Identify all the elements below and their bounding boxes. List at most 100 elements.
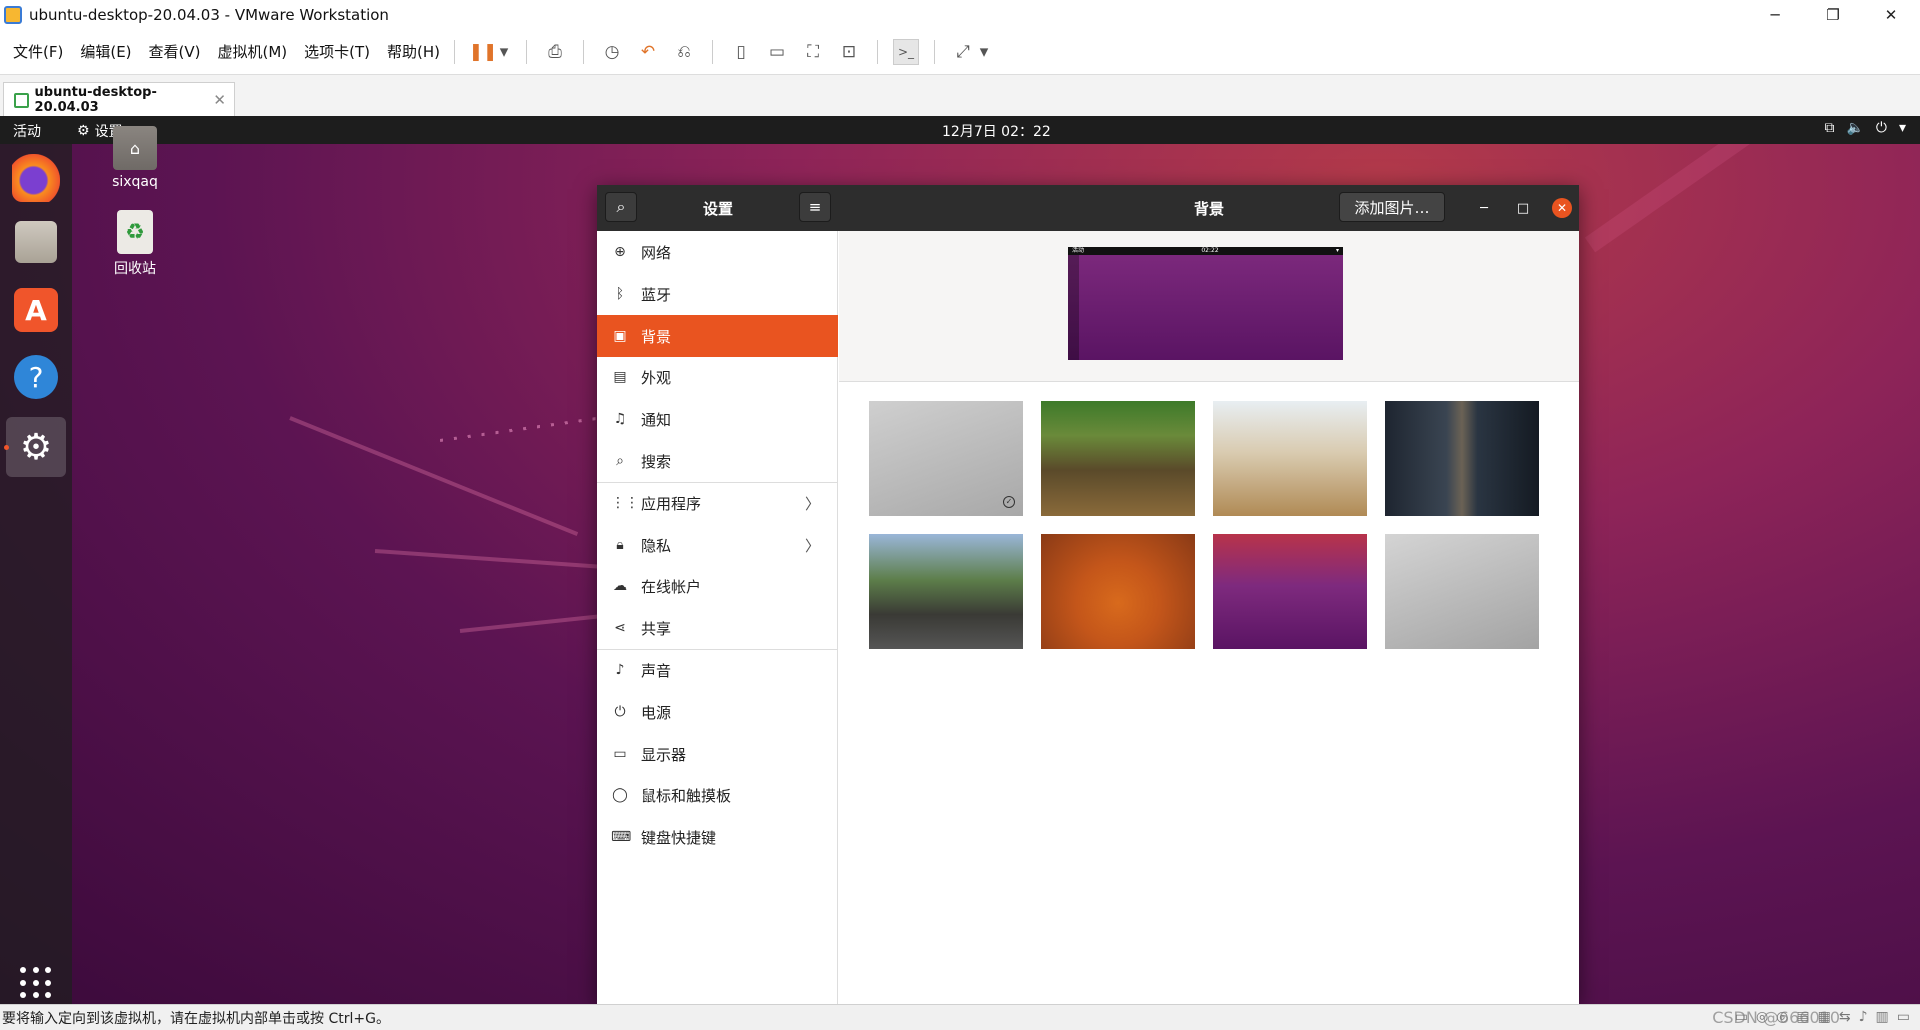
sidebar-item-7[interactable]: 🔒︎ 隐私 〉 bbox=[597, 524, 838, 566]
sidebar-item-9[interactable]: ⋖ 共享 bbox=[597, 607, 838, 649]
help-icon[interactable]: ? bbox=[14, 355, 58, 399]
vm-screen[interactable]: 活动 ⚙ 设置 ▾ 12月7日 02：22 ⧉ 🔈 ⏻ ▾ A ? ⚙ ⌂ si… bbox=[0, 116, 1920, 1004]
minimize-button[interactable]: ─ bbox=[1746, 0, 1804, 29]
panel-title: 背景 bbox=[1194, 200, 1225, 218]
wallpaper-thumbnail-table-balls[interactable] bbox=[1213, 401, 1367, 516]
sidebar-item-label: 声音 bbox=[641, 661, 672, 680]
chevron-down-icon: ▾ bbox=[1898, 120, 1906, 136]
menu-file[interactable]: 文件(F) bbox=[13, 41, 63, 62]
settings-window: ⌕ 设置 ≡ 背景 添加图片… ─ □ ✕ ⊕ 网络 ᛒ 蓝牙 ▣ 背景 ▤ 外观 ♫ 通知 ⌕ 搜索… bbox=[597, 185, 1579, 1004]
unity-icon[interactable]: ⊡ bbox=[836, 39, 862, 65]
send-ctrl-alt-del-icon[interactable]: ⎙ bbox=[542, 39, 568, 65]
volume-icon: 🔈 bbox=[1846, 120, 1864, 136]
window-title: ubuntu-desktop-20.04.03 - VMware Worksta… bbox=[29, 5, 389, 24]
ubuntu-top-panel: 活动 ⚙ 设置 ▾ 12月7日 02：22 ⧉ 🔈 ⏻ ▾ bbox=[0, 116, 1920, 144]
status-bar: 要将输入定向到该虚拟机，请在虚拟机内部单击或按 Ctrl+G。 CSDN @66… bbox=[0, 1004, 1920, 1030]
wallpaper-thumbnail-warty-final-gray[interactable]: ✓ bbox=[869, 401, 1023, 516]
sidebar-item-label: 共享 bbox=[641, 619, 672, 638]
wallpaper-thumbnail-focal-fossa-gray[interactable] bbox=[1385, 534, 1539, 649]
sidebar-item-10[interactable]: ♪ 声音 bbox=[597, 649, 838, 691]
pause-dropdown-icon[interactable]: ▾ bbox=[497, 39, 511, 65]
cd-drive-icon[interactable]: ◎ bbox=[1776, 1009, 1788, 1025]
wallpaper-thumbnail-forest-trees[interactable] bbox=[1041, 401, 1195, 516]
selected-check-icon: ✓ bbox=[1003, 496, 1015, 508]
sidebar-item-13[interactable]: ◯ 鼠标和触摸板 bbox=[597, 774, 838, 816]
window-close-button[interactable]: ✕ bbox=[1552, 198, 1572, 218]
panel-clock[interactable]: 12月7日 02：22 bbox=[942, 121, 1051, 141]
console-view-icon[interactable]: >_ bbox=[893, 38, 920, 65]
activities-button[interactable]: 活动 bbox=[13, 121, 41, 141]
toolbar-divider bbox=[454, 39, 456, 64]
firefox-icon[interactable] bbox=[12, 154, 60, 202]
sidebar-item-1[interactable]: ᛒ 蓝牙 bbox=[597, 273, 838, 315]
desktop-icon-label: sixqaq bbox=[112, 174, 158, 190]
usb-icon[interactable]: ⇆ bbox=[1839, 1009, 1851, 1025]
menu-edit[interactable]: 编辑(E) bbox=[80, 41, 131, 62]
sidebar-item-14[interactable]: ⌨ 键盘快捷键 bbox=[597, 816, 838, 858]
close-button[interactable]: ✕ bbox=[1862, 0, 1920, 29]
menu-help[interactable]: 帮助(H) bbox=[387, 41, 440, 62]
revert-snapshot-icon[interactable]: ↶ bbox=[635, 39, 661, 65]
sidebar-item-0[interactable]: ⊕ 网络 bbox=[597, 231, 838, 273]
search-button[interactable]: ⌕ bbox=[605, 192, 637, 222]
vm-running-icon bbox=[14, 92, 29, 108]
library-view-icon[interactable]: ▯ bbox=[728, 39, 754, 65]
settings-gear-icon[interactable]: ⚙ bbox=[6, 417, 66, 477]
sidebar-item-label: 背景 bbox=[641, 327, 672, 346]
cd-drive-icon[interactable]: ◎ bbox=[1756, 1009, 1768, 1025]
files-icon[interactable] bbox=[15, 221, 57, 263]
show-applications-icon[interactable] bbox=[20, 967, 52, 999]
display-icon[interactable]: ▭ bbox=[1897, 1009, 1910, 1025]
menu-tabs[interactable]: 选项卡(T) bbox=[304, 41, 370, 62]
fullscreen-icon[interactable]: ⛶ bbox=[800, 39, 826, 65]
sidebar-item-4[interactable]: ♫ 通知 bbox=[597, 398, 838, 440]
software-store-icon[interactable]: A bbox=[14, 288, 58, 332]
wallpaper-thumbnail-wooden-bridge[interactable] bbox=[869, 534, 1023, 649]
menu-view[interactable]: 查看(V) bbox=[149, 41, 201, 62]
printer-icon[interactable]: ▥ bbox=[1876, 1009, 1889, 1025]
wallpaper-thumbnail-subway-tunnel[interactable] bbox=[1385, 401, 1539, 516]
window-minimize-button[interactable]: ─ bbox=[1474, 198, 1494, 218]
sidebar-item-11[interactable]: ⏻ 电源 bbox=[597, 691, 838, 733]
sidebar-item-label: 鼠标和触摸板 bbox=[641, 786, 732, 805]
sidebar-item-8[interactable]: ☁ 在线帐户 bbox=[597, 565, 838, 607]
cloud-icon: ☁ bbox=[613, 578, 627, 594]
add-picture-button[interactable]: 添加图片… bbox=[1339, 192, 1445, 222]
tab-close-icon[interactable]: ✕ bbox=[213, 91, 226, 109]
restore-button[interactable]: ❐ bbox=[1804, 0, 1862, 29]
settings-title: 设置 bbox=[703, 200, 734, 218]
sidebar-item-label: 通知 bbox=[641, 410, 672, 429]
toolbar-divider bbox=[583, 39, 585, 64]
sidebar-item-3[interactable]: ▤ 外观 bbox=[597, 356, 838, 398]
network-adapter-icon[interactable]: ▦ bbox=[1818, 1009, 1831, 1025]
floppy-icon[interactable]: ▤ bbox=[1796, 1009, 1809, 1025]
wallpaper-thumbnail-focal-fossa-purple[interactable] bbox=[1213, 534, 1367, 649]
tab-ubuntu-vm[interactable]: ubuntu-desktop-20.04.03 ✕ bbox=[3, 82, 235, 117]
window-maximize-button[interactable]: □ bbox=[1513, 198, 1533, 218]
sidebar-item-5[interactable]: ⌕ 搜索 bbox=[597, 440, 838, 482]
menu-vm[interactable]: 虚拟机(M) bbox=[218, 41, 288, 62]
preview-tray-icon: ▾ bbox=[1335, 247, 1339, 254]
sidebar-item-2[interactable]: ▣ 背景 bbox=[597, 315, 838, 357]
sidebar-item-label: 在线帐户 bbox=[641, 577, 702, 596]
network-icon: ⧉ bbox=[1824, 120, 1835, 136]
sidebar-item-12[interactable]: ▭ 显示器 bbox=[597, 733, 838, 775]
hard-disk-icon[interactable]: ▭ bbox=[1735, 1009, 1748, 1025]
sidebar-item-6[interactable]: ⋮⋮ 应用程序 〉 bbox=[597, 482, 838, 524]
pause-icon[interactable]: ❚❚ bbox=[469, 39, 498, 65]
system-tray[interactable]: ⧉ 🔈 ⏻ ▾ bbox=[1824, 120, 1906, 136]
bluetooth-icon: ᛒ bbox=[615, 286, 625, 302]
stretch-guest-icon[interactable]: ⤢ bbox=[950, 39, 976, 65]
thumbnail-view-icon[interactable]: ▭ bbox=[764, 39, 790, 65]
stretch-dropdown-icon[interactable]: ▾ bbox=[977, 39, 991, 65]
hamburger-menu-button[interactable]: ≡ bbox=[799, 192, 831, 222]
sound-card-icon[interactable]: ♪ bbox=[1859, 1009, 1868, 1025]
settings-sidebar: ⊕ 网络 ᛒ 蓝牙 ▣ 背景 ▤ 外观 ♫ 通知 ⌕ 搜索 ⋮⋮ 应用程序〉 🔒︎ 隐私〉 ☁ 在线帐户 ⋖ 共享 ♪ 声… bbox=[597, 231, 838, 1004]
snapshot-icon[interactable]: ◷ bbox=[599, 39, 625, 65]
running-indicator bbox=[4, 445, 9, 450]
desktop-icon-trash[interactable]: ♻ 回收站 bbox=[95, 210, 175, 278]
vmware-app-icon bbox=[4, 5, 22, 24]
desktop-icon-home[interactable]: ⌂ sixqaq bbox=[95, 126, 175, 190]
manage-snapshots-icon[interactable]: ⎌ bbox=[671, 39, 697, 65]
wallpaper-thumbnail-orange-seahorse[interactable] bbox=[1041, 534, 1195, 649]
